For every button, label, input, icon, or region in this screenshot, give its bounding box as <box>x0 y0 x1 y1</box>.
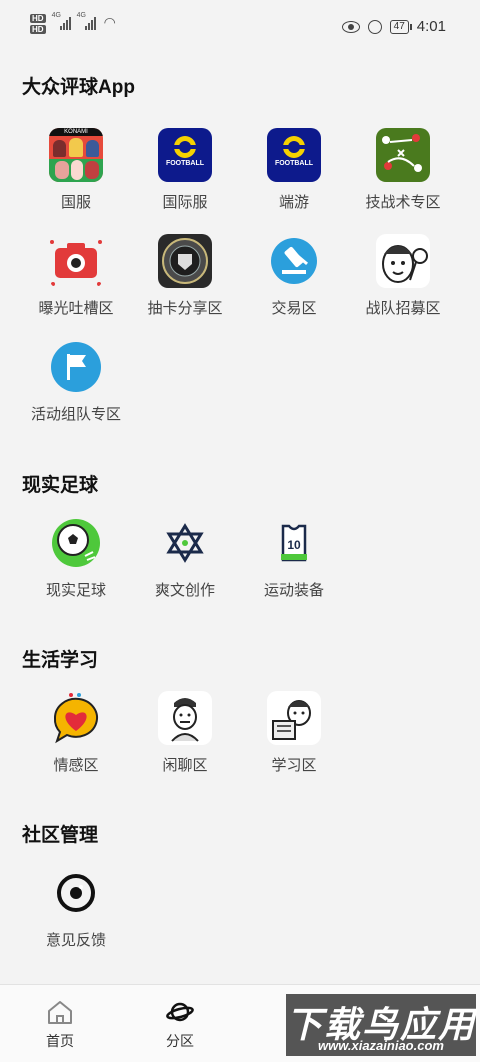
forum-item-exposure[interactable]: 曝光吐槽区 <box>22 234 130 318</box>
forum-item-tactics[interactable]: 技战术专区 <box>349 128 457 212</box>
efootball-icon: FOOTBALL <box>158 128 212 182</box>
watermark-logo: 下载鸟应用 www.xiazainiao.com <box>286 994 476 1056</box>
forum-label: 活动组队专区 <box>30 406 121 423</box>
signal-icon: 4G <box>77 12 96 30</box>
forum-label: 国际服 <box>162 194 208 211</box>
wifi-icon: ◠ <box>103 14 116 30</box>
planet-icon <box>166 999 194 1025</box>
nav-label: 首页 <box>46 1033 74 1049</box>
chat-meme-icon <box>158 691 212 745</box>
nav-home[interactable]: 首页 <box>20 999 100 1051</box>
efootball-icon: FOOTBALL <box>267 128 321 182</box>
section-title: 大众评球App <box>22 77 135 98</box>
feedback-icon <box>49 866 103 920</box>
alarm-icon <box>367 19 382 34</box>
home-icon <box>46 999 74 1025</box>
section-title: 生活学习 <box>22 650 99 671</box>
nav-label: 分区 <box>166 1033 194 1049</box>
forum-label: 学习区 <box>271 757 317 774</box>
forum-item-events[interactable]: 活动组队专区 <box>22 340 130 424</box>
camera-icon <box>49 234 103 288</box>
konami-game-icon: KONAMI <box>49 128 103 182</box>
signal-icon: 4G <box>52 12 71 30</box>
forum-label: 闲聊区 <box>162 757 208 774</box>
star-of-david-icon <box>158 516 212 570</box>
section-title: 社区管理 <box>22 825 99 846</box>
flag-icon <box>49 340 103 394</box>
status-time: 4:01 <box>416 18 446 35</box>
forum-item-emotion[interactable]: 情感区 <box>22 691 130 775</box>
forum-label: 抽卡分享区 <box>147 300 223 317</box>
forum-item-gacha[interactable]: 抽卡分享区 <box>131 234 239 318</box>
forum-label: 意见反馈 <box>45 932 106 949</box>
forum-item-pc[interactable]: FOOTBALL 端游 <box>240 128 348 212</box>
jersey-icon: 10 <box>267 516 321 570</box>
status-bar: HD HD 4G 4G ◠ 47 4:01 <box>0 0 480 56</box>
forum-label: 国服 <box>60 194 91 211</box>
forum-item-gear[interactable]: 10 运动装备 <box>240 516 348 600</box>
forum-label: 现实足球 <box>45 582 106 599</box>
forum-label: 运动装备 <box>263 582 324 599</box>
section-title: 现实足球 <box>22 475 99 496</box>
forum-label: 技战术专区 <box>365 194 441 211</box>
card-icon <box>158 234 212 288</box>
battery-icon: 47 <box>389 19 412 34</box>
heart-bubble-icon <box>49 691 103 745</box>
forum-item-study[interactable]: 学习区 <box>240 691 348 775</box>
forum-label: 爽文创作 <box>154 582 215 599</box>
forum-label: 端游 <box>278 194 309 211</box>
svg-text:10: 10 <box>287 538 301 552</box>
eye-icon <box>341 20 360 33</box>
forum-item-intl[interactable]: FOOTBALL 国际服 <box>131 128 239 212</box>
study-meme-icon <box>267 691 321 745</box>
forum-item-real-football[interactable]: 现实足球 <box>22 516 130 600</box>
hd-badge: HD <box>30 14 46 23</box>
forum-item-feedback[interactable]: 意见反馈 <box>22 866 130 950</box>
gavel-icon <box>267 234 321 288</box>
nav-sections[interactable]: 分区 <box>140 999 220 1051</box>
soccer-ball-icon <box>49 516 103 570</box>
forum-item-trade[interactable]: 交易区 <box>240 234 348 318</box>
hd-badge: HD <box>30 25 46 34</box>
forum-label: 曝光吐槽区 <box>38 300 114 317</box>
watermark-url: www.xiazainiao.com <box>318 1038 444 1053</box>
tactics-board-icon <box>376 128 430 182</box>
forum-label: 情感区 <box>53 757 99 774</box>
forum-item-recruit[interactable]: 战队招募区 <box>349 234 457 318</box>
forum-label: 战队招募区 <box>365 300 441 317</box>
forum-item-chat[interactable]: 闲聊区 <box>131 691 239 775</box>
forum-item-writing[interactable]: 爽文创作 <box>131 516 239 600</box>
meme-face-icon <box>376 234 430 288</box>
forum-item-guofu[interactable]: KONAMI 国服 <box>22 128 130 212</box>
forum-label: 交易区 <box>271 300 317 317</box>
